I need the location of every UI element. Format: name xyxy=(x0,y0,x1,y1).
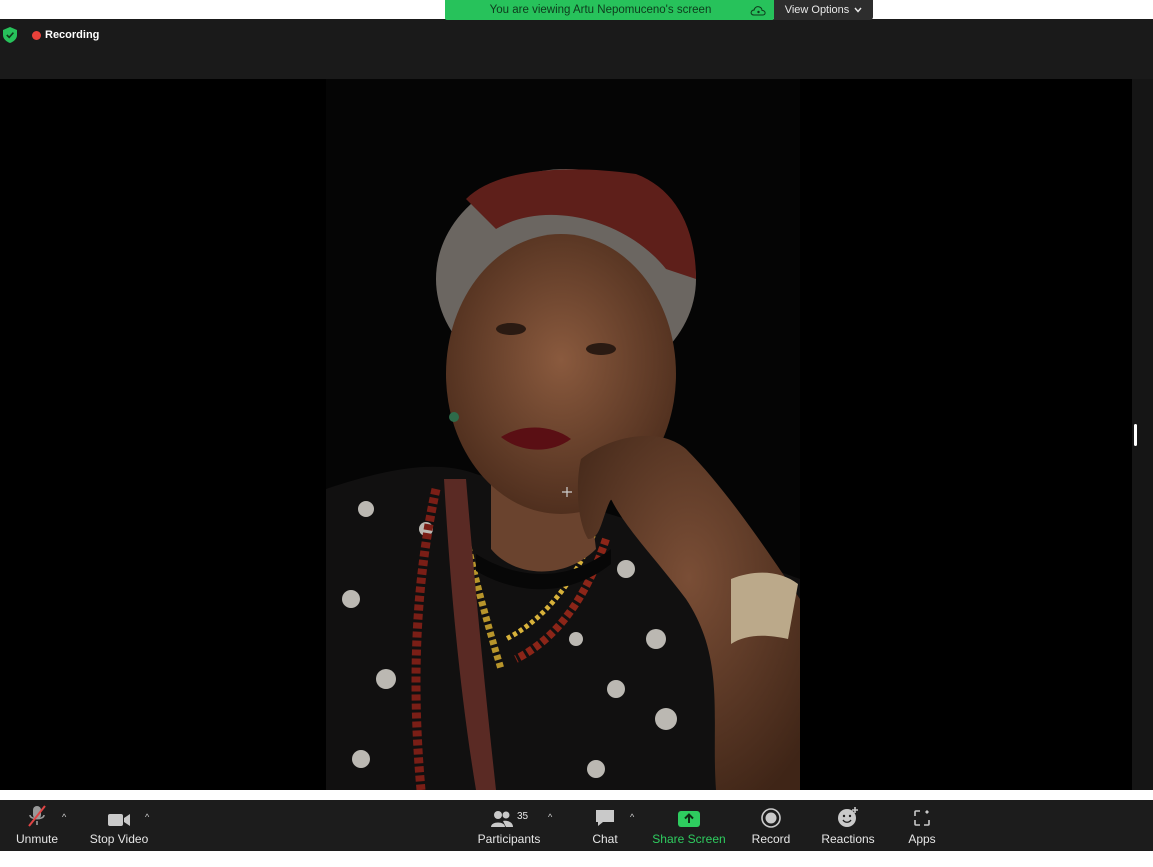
video-camera-icon xyxy=(108,814,130,826)
stop-video-button[interactable]: Stop Video xyxy=(88,800,150,851)
chat-label: Chat xyxy=(592,832,618,846)
unmute-label: Unmute xyxy=(15,832,59,846)
share-screen-button[interactable]: Share Screen xyxy=(652,800,726,851)
participants-button[interactable]: 35 Participants xyxy=(476,800,542,851)
participants-options-caret-icon[interactable]: ^ xyxy=(548,812,552,822)
reactions-button[interactable]: Reactions xyxy=(818,800,878,851)
recording-label: Recording xyxy=(45,29,100,41)
scroll-handle[interactable] xyxy=(1134,424,1137,446)
shield-icon[interactable] xyxy=(3,27,17,43)
video-options-caret-icon[interactable]: ^ xyxy=(145,812,149,822)
screen-share-banner: You are viewing Artu Nepomuceno's screen xyxy=(445,0,774,20)
share-screen-icon xyxy=(678,811,700,827)
apps-label: Apps xyxy=(908,832,936,846)
apps-button[interactable]: Apps xyxy=(904,800,940,851)
participants-icon xyxy=(490,811,513,827)
unmute-button[interactable]: Unmute xyxy=(12,800,62,851)
participants-count: 35 xyxy=(516,811,529,822)
chat-button[interactable]: Chat xyxy=(588,800,622,851)
participants-label: Participants xyxy=(477,832,541,846)
meeting-top-bar: Recording xyxy=(0,19,1153,79)
apps-icon xyxy=(914,810,930,826)
screen-share-banner-text: You are viewing Artu Nepomuceno's screen xyxy=(489,4,712,16)
portrait-illustration xyxy=(326,79,800,790)
view-options-button[interactable]: View Options xyxy=(774,0,873,20)
chat-options-caret-icon[interactable]: ^ xyxy=(630,812,634,822)
chevron-down-icon xyxy=(854,7,862,13)
stop-video-label: Stop Video xyxy=(89,832,149,846)
meeting-toolbar: Unmute ^ Stop Video ^ 35 Participants ^ xyxy=(0,800,1153,851)
share-screen-label: Share Screen xyxy=(652,832,726,846)
reactions-icon xyxy=(838,807,858,827)
cloud-icon xyxy=(750,5,766,15)
reactions-label: Reactions xyxy=(821,832,875,846)
move-cursor-icon xyxy=(562,487,572,497)
chat-bubble-icon xyxy=(596,810,614,826)
view-options-label: View Options xyxy=(784,4,850,16)
record-label: Record xyxy=(751,832,791,846)
audio-options-caret-icon[interactable]: ^ xyxy=(62,812,66,822)
recording-dot-icon xyxy=(32,30,41,40)
record-button[interactable]: Record xyxy=(748,800,794,851)
shared-portrait-photo xyxy=(326,79,800,790)
window-bottom-edge xyxy=(0,851,1153,867)
microphone-muted-icon xyxy=(28,805,46,827)
recording-indicator[interactable]: Recording xyxy=(32,28,99,42)
record-icon xyxy=(761,808,781,828)
